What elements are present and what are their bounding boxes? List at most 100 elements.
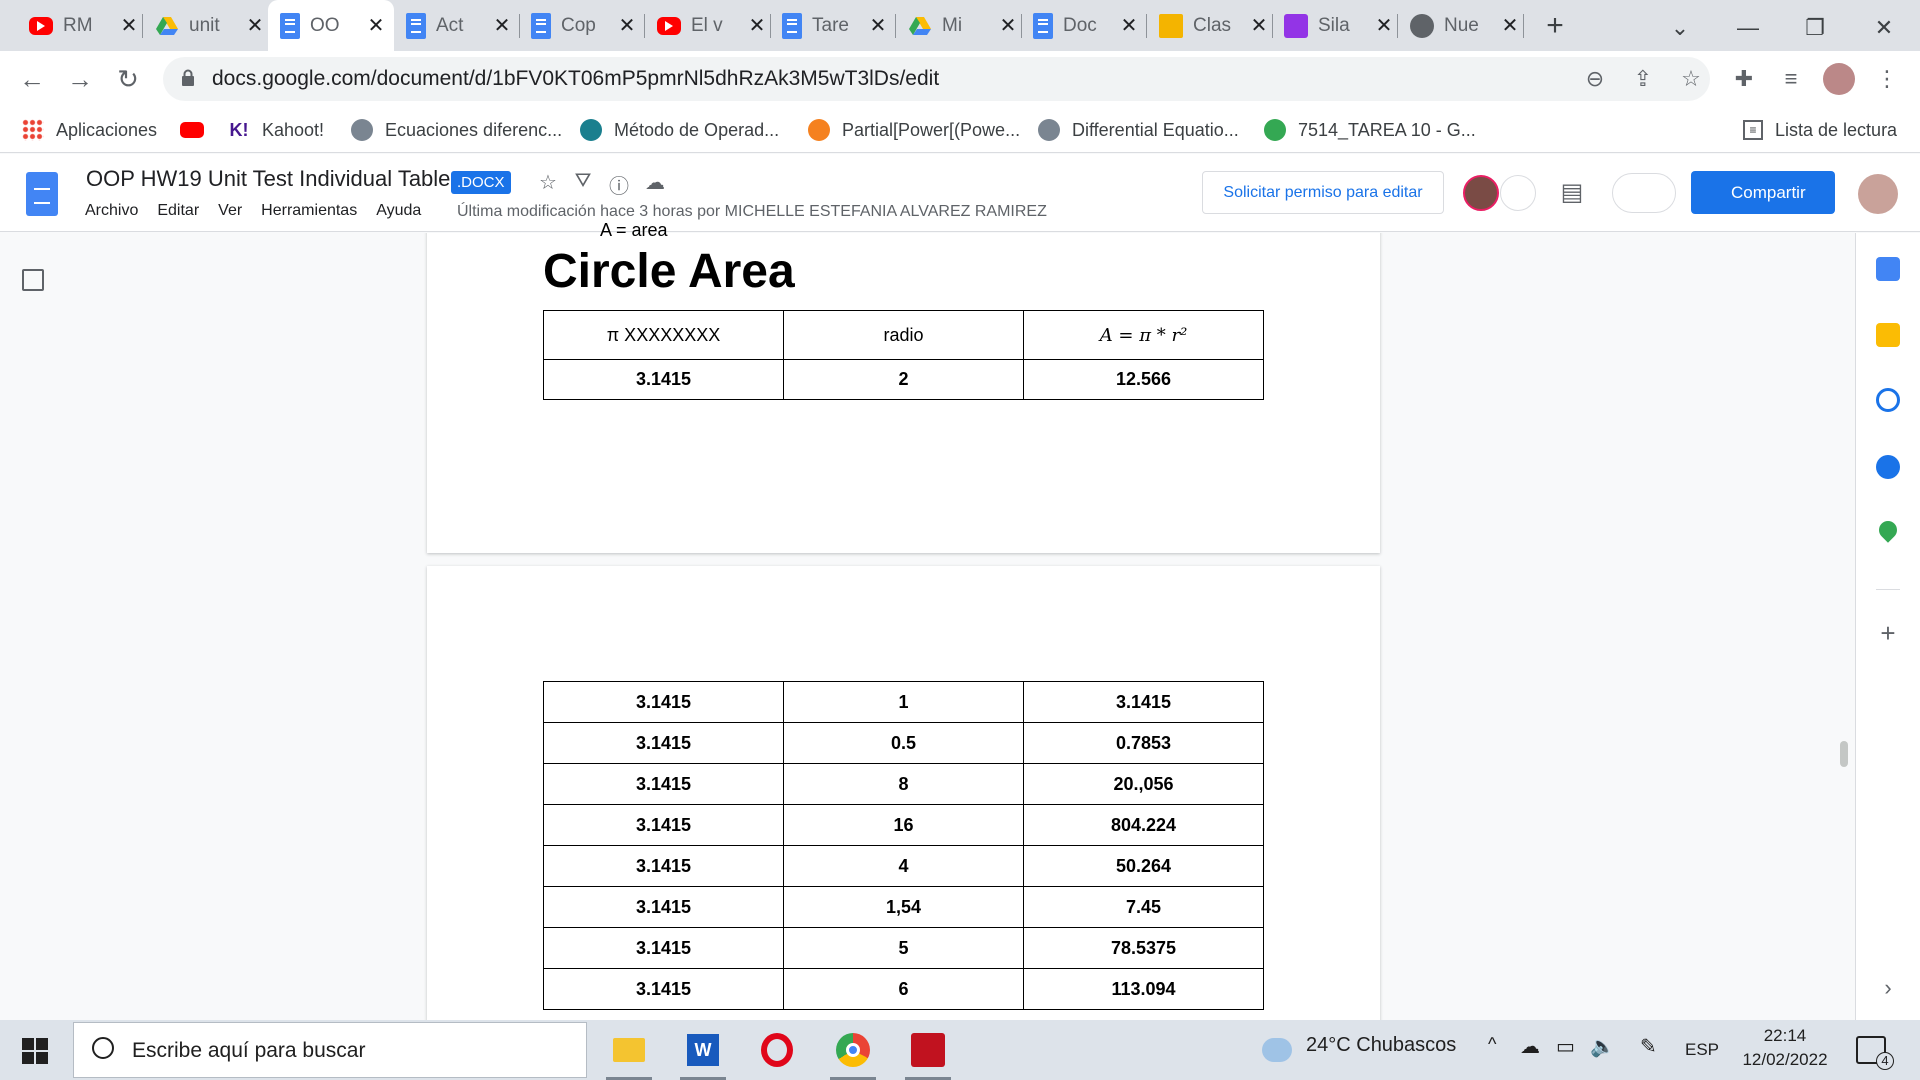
star-icon[interactable]: ☆ bbox=[536, 170, 560, 194]
outline-icon[interactable] bbox=[22, 269, 44, 291]
tray-chevron-icon[interactable]: ^ bbox=[1488, 1034, 1496, 1055]
profile-avatar[interactable] bbox=[1823, 63, 1855, 95]
bookmark-item[interactable]: Ecuaciones diferenc... bbox=[351, 114, 562, 146]
maps-icon[interactable] bbox=[1875, 517, 1901, 543]
language-indicator[interactable]: ESP bbox=[1685, 1040, 1719, 1060]
last-modified[interactable]: Última modificación hace 3 horas por MIC… bbox=[457, 203, 1047, 221]
close-tab-icon[interactable]: ✕ bbox=[868, 13, 888, 38]
wolfram-star-icon bbox=[808, 119, 830, 141]
bookmark-item[interactable]: Differential Equatio... bbox=[1038, 114, 1239, 146]
url-text[interactable]: docs.google.com/document/d/1bFV0KT06mP5p… bbox=[212, 67, 939, 91]
close-tab-icon[interactable]: ✕ bbox=[617, 13, 637, 38]
extensions-icon[interactable]: ✚ bbox=[1728, 63, 1760, 95]
bookmark-item[interactable]: Método de Operad... bbox=[580, 114, 779, 146]
bookmark-item[interactable]: 7514_TAREA 10 - G... bbox=[1264, 114, 1476, 146]
expand-panel-icon[interactable]: › bbox=[1876, 975, 1900, 1000]
add-addon-icon[interactable]: + bbox=[1876, 620, 1900, 646]
table-cell: 804.224 bbox=[1023, 804, 1264, 846]
weather-icon[interactable] bbox=[1262, 1038, 1292, 1062]
forward-icon[interactable]: → bbox=[62, 61, 98, 97]
tab[interactable]: OO ✕ bbox=[268, 0, 394, 51]
notifications-icon[interactable]: 4 bbox=[1856, 1036, 1894, 1070]
close-tab-icon[interactable]: ✕ bbox=[366, 13, 386, 38]
bookmark-item[interactable]: Aplicaciones bbox=[22, 114, 157, 146]
menu-ver[interactable]: Ver bbox=[218, 202, 242, 220]
keep-icon[interactable] bbox=[1876, 323, 1900, 347]
share-button[interactable]: Compartir bbox=[1691, 171, 1835, 214]
menu-kebab-icon[interactable]: ⋮ bbox=[1871, 63, 1903, 95]
media-control-icon[interactable]: ≡ bbox=[1775, 63, 1807, 95]
close-tab-icon[interactable]: ✕ bbox=[998, 13, 1018, 38]
wolfram-icon bbox=[1038, 119, 1060, 141]
bookmark-item[interactable]: Partial[Power[(Powe... bbox=[808, 114, 1020, 146]
opera-icon[interactable] bbox=[754, 1028, 800, 1072]
tab-title: Doc bbox=[1063, 14, 1097, 36]
calendar-icon[interactable] bbox=[1876, 257, 1900, 281]
bookmark-star-icon[interactable]: ☆ bbox=[1677, 66, 1705, 94]
close-tab-icon[interactable]: ✕ bbox=[245, 13, 265, 38]
present-button[interactable] bbox=[1612, 173, 1676, 213]
clock[interactable]: 22:14 12/02/2022 bbox=[1735, 1026, 1835, 1070]
word-icon[interactable]: W bbox=[680, 1028, 726, 1080]
tab[interactable]: Act ✕ bbox=[394, 0, 520, 51]
battery-icon[interactable]: ▭ bbox=[1556, 1034, 1575, 1059]
heading-circle-area: Circle Area bbox=[543, 245, 795, 298]
menu-herramientas[interactable]: Herramientas bbox=[261, 202, 357, 220]
tab[interactable]: Doc ✕ bbox=[1021, 0, 1147, 51]
tab[interactable]: Tare ✕ bbox=[770, 0, 896, 51]
close-tab-icon[interactable]: ✕ bbox=[1249, 13, 1269, 38]
contacts-icon[interactable] bbox=[1876, 455, 1900, 479]
restore-icon[interactable]: ❐ bbox=[1795, 8, 1835, 48]
weather-text[interactable]: 24°C Chubascos bbox=[1306, 1034, 1456, 1057]
acrobat-icon[interactable] bbox=[905, 1028, 951, 1080]
back-icon[interactable]: ← bbox=[14, 61, 50, 97]
minimize-icon[interactable]: — bbox=[1728, 8, 1768, 48]
anonymous-viewers-icon[interactable] bbox=[1500, 175, 1536, 211]
file-explorer-icon[interactable] bbox=[606, 1028, 652, 1080]
share-page-icon[interactable]: ⇪ bbox=[1629, 66, 1657, 94]
comments-icon[interactable]: ▤ bbox=[1560, 178, 1584, 206]
reading-list[interactable]: ≡ Lista de lectura bbox=[1743, 114, 1897, 146]
menu-ayuda[interactable]: Ayuda bbox=[376, 202, 421, 220]
tab[interactable]: Sila ✕ bbox=[1272, 0, 1398, 51]
tab[interactable]: Nue ✕ bbox=[1398, 0, 1524, 51]
collaborator-avatar[interactable] bbox=[1463, 175, 1499, 211]
tab[interactable]: Cop ✕ bbox=[519, 0, 645, 51]
onedrive-icon[interactable]: ☁ bbox=[1520, 1034, 1540, 1059]
docs-logo-icon[interactable] bbox=[26, 172, 58, 216]
tab[interactable]: RM ✕ bbox=[17, 0, 143, 51]
zoom-icon[interactable]: ⊖ bbox=[1581, 66, 1609, 94]
close-tab-icon[interactable]: ✕ bbox=[1500, 13, 1520, 38]
bookmark-item[interactable] bbox=[180, 114, 216, 146]
close-tab-icon[interactable]: ✕ bbox=[1374, 13, 1394, 38]
pen-icon[interactable]: ✎ bbox=[1640, 1034, 1657, 1059]
close-tab-icon[interactable]: ✕ bbox=[1119, 13, 1139, 38]
move-to-drive-icon[interactable]: ⛛ bbox=[571, 170, 595, 194]
new-tab-button[interactable]: + bbox=[1535, 7, 1575, 47]
address-bar[interactable]: docs.google.com/document/d/1bFV0KT06mP5p… bbox=[163, 57, 1710, 101]
close-tab-icon[interactable]: ✕ bbox=[747, 13, 767, 38]
request-edit-button[interactable]: Solicitar permiso para editar bbox=[1202, 171, 1444, 214]
tab[interactable]: Clas ✕ bbox=[1147, 0, 1273, 51]
tab[interactable]: unit ✕ bbox=[143, 0, 269, 51]
windows-start-icon[interactable] bbox=[22, 1038, 48, 1064]
account-avatar[interactable] bbox=[1858, 174, 1898, 214]
chrome-icon[interactable] bbox=[830, 1028, 876, 1080]
tab[interactable]: Mi ✕ bbox=[896, 0, 1022, 51]
reload-icon[interactable]: ↻ bbox=[110, 61, 146, 97]
document-title[interactable]: OOP HW19 Unit Test Individual Table bbox=[86, 166, 450, 192]
taskbar-search-box[interactable]: Escribe aquí para buscar bbox=[73, 1022, 587, 1078]
cloud-status-icon[interactable]: ☁ bbox=[643, 170, 667, 194]
info-icon[interactable]: ⓘ bbox=[607, 170, 631, 198]
volume-icon[interactable]: 🔈 bbox=[1590, 1034, 1615, 1059]
close-tab-icon[interactable]: ✕ bbox=[119, 13, 139, 38]
close-tab-icon[interactable]: ✕ bbox=[492, 13, 512, 38]
tab[interactable]: El v ✕ bbox=[645, 0, 771, 51]
menu-editar[interactable]: Editar bbox=[157, 202, 199, 220]
tab-search-icon[interactable]: ⌄ bbox=[1660, 8, 1700, 48]
menu-archivo[interactable]: Archivo bbox=[85, 202, 138, 220]
tasks-icon[interactable] bbox=[1876, 388, 1900, 412]
bookmark-item[interactable]: K! Kahoot! bbox=[228, 114, 325, 146]
close-window-icon[interactable]: ✕ bbox=[1864, 8, 1904, 48]
scrollbar-thumb[interactable] bbox=[1840, 741, 1848, 767]
